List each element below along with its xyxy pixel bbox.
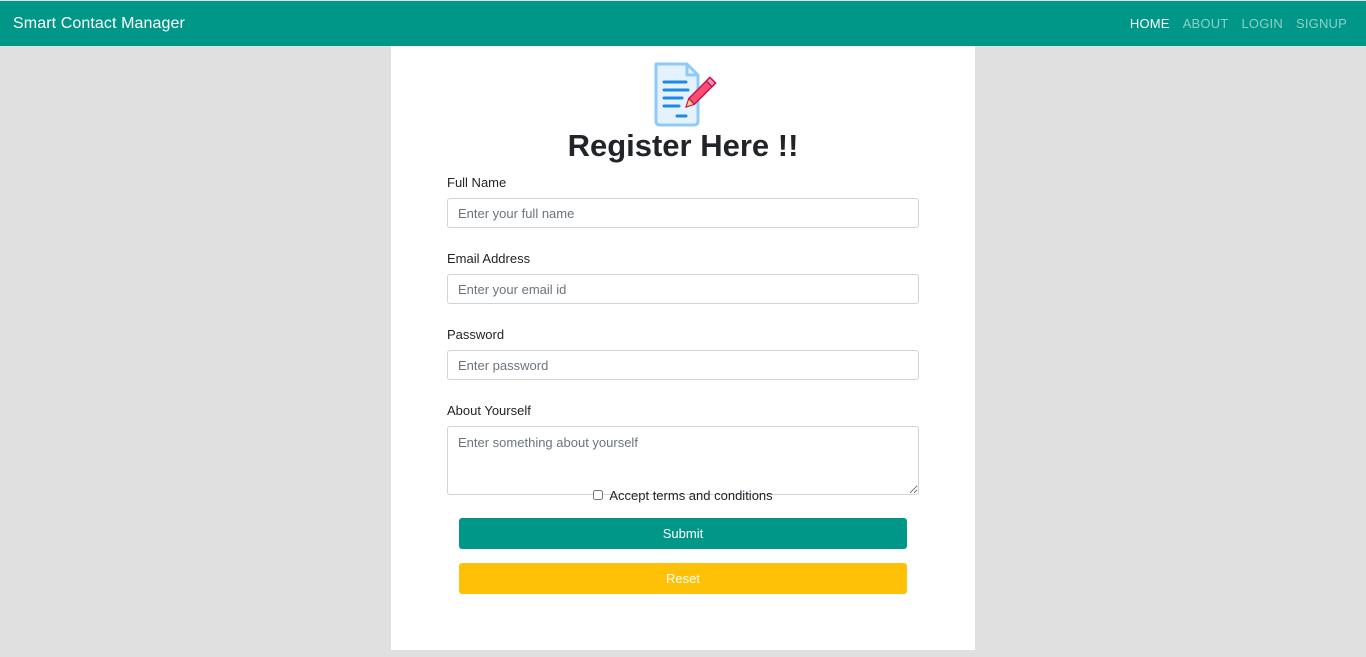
page-title: Register Here !!: [567, 128, 799, 163]
password-group: Password: [447, 327, 919, 380]
about-group: About Yourself: [447, 403, 919, 495]
terms-label: Accept terms and conditions: [609, 488, 773, 503]
nav-about-link[interactable]: ABOUT: [1183, 16, 1229, 31]
email-input[interactable]: [447, 274, 919, 304]
name-group: Full Name: [447, 175, 919, 228]
submit-button[interactable]: Submit: [459, 518, 907, 549]
terms-checkbox[interactable]: [593, 489, 604, 500]
name-label: Full Name: [447, 175, 507, 190]
document-pencil-icon: [654, 62, 717, 127]
nav-links: HOME ABOUT LOGIN SIGNUP: [1130, 16, 1347, 31]
email-label: Email Address: [447, 251, 531, 266]
nav-login-link[interactable]: LOGIN: [1241, 16, 1282, 31]
navbar: Smart Contact Manager HOME ABOUT LOGIN S…: [0, 1, 1366, 46]
password-input[interactable]: [447, 350, 919, 380]
register-form: Full Name Email Address Password About Y…: [447, 175, 919, 495]
nav-home-link[interactable]: HOME: [1130, 16, 1170, 31]
about-label: About Yourself: [447, 403, 531, 418]
name-input[interactable]: [447, 198, 919, 228]
nav-signup-link[interactable]: SIGNUP: [1296, 16, 1347, 31]
password-label: Password: [447, 327, 505, 342]
register-card: Register Here !! Full Name Email Address…: [391, 46, 975, 650]
brand-title[interactable]: Smart Contact Manager: [13, 15, 185, 33]
terms-row: Accept terms and conditions: [391, 488, 975, 503]
email-group: Email Address: [447, 251, 919, 304]
about-textarea[interactable]: [447, 426, 919, 495]
reset-button[interactable]: Reset: [459, 563, 907, 594]
